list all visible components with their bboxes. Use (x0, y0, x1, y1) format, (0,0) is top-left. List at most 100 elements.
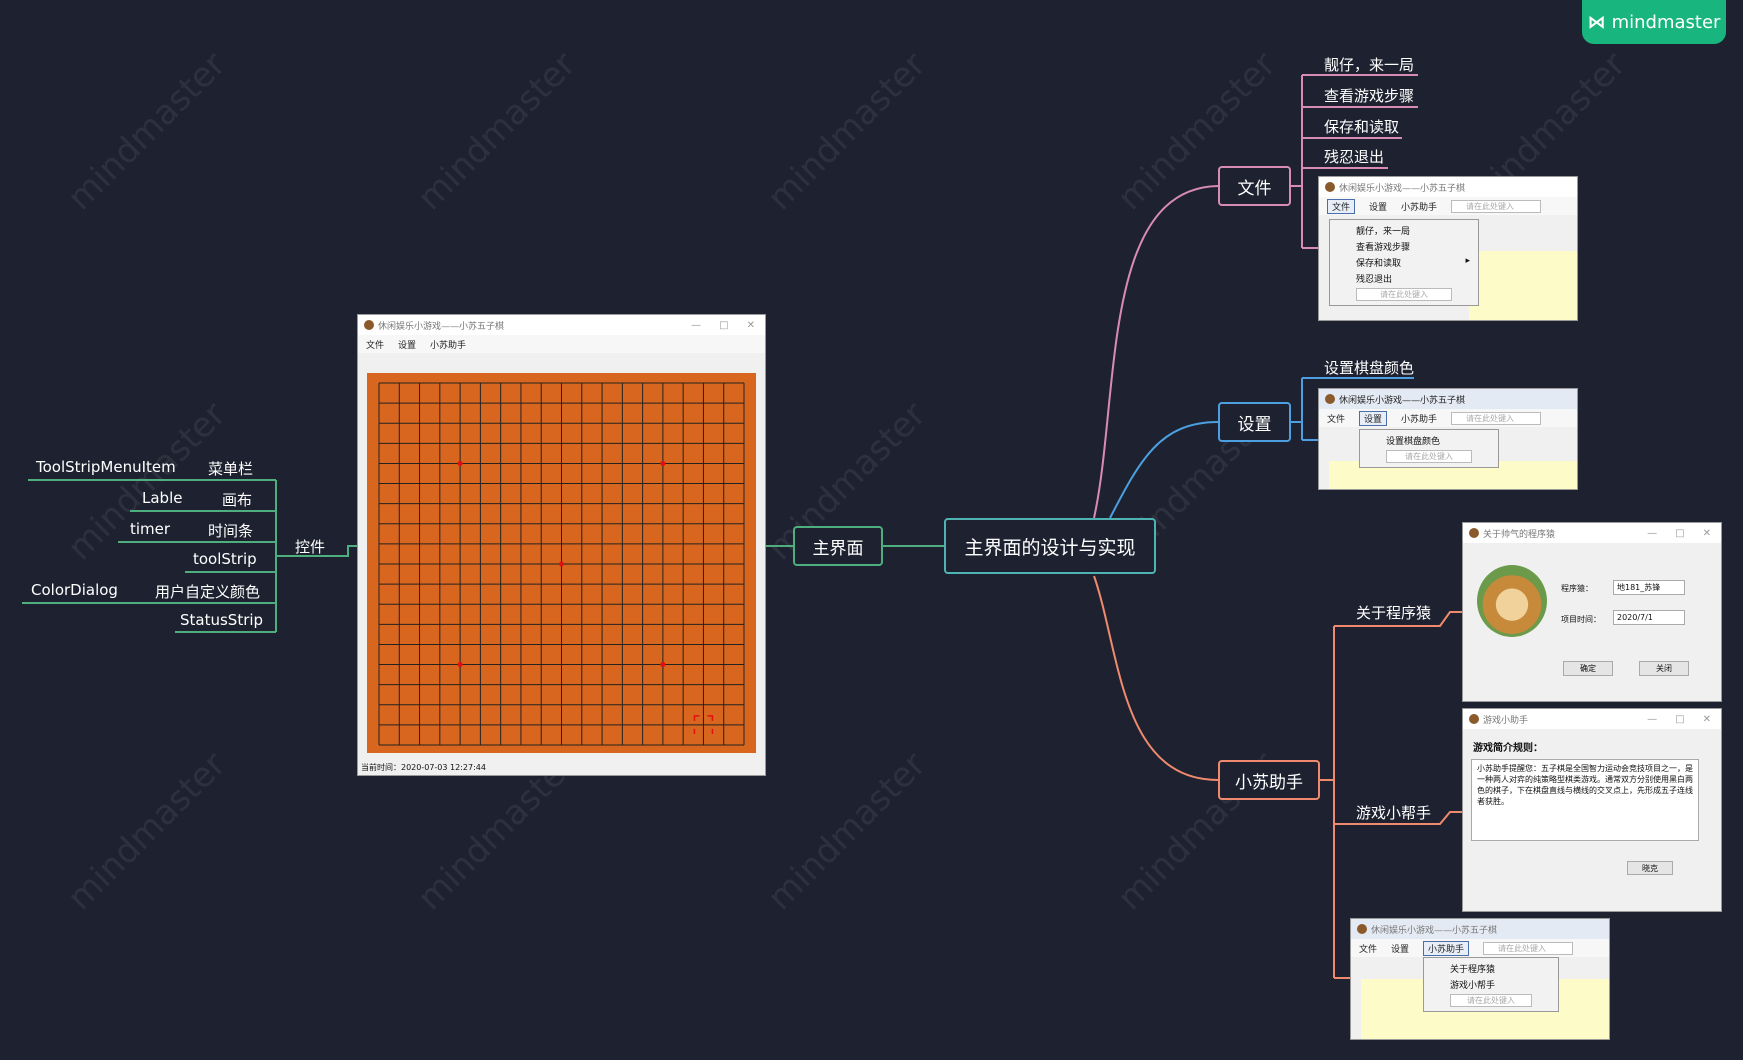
mindmaster-logo-icon: ⋈ (1587, 11, 1606, 33)
file-node[interactable]: 文件 (1218, 166, 1291, 206)
menu-settings[interactable]: 设置 (1359, 410, 1388, 426)
dropdown-input[interactable]: 请在此处键入 (1450, 994, 1532, 1007)
window-controls: — □ ✕ (691, 320, 765, 331)
menu-settings[interactable]: 设置 (1391, 942, 1409, 955)
project-time-label: 项目时间： (1561, 615, 1601, 624)
game-window-screenshot: 休闲娱乐小游戏——小苏五子棋 — □ ✕ 文件 设置 小苏助手 当前时间：2020-… (357, 314, 766, 776)
helper-dropdown: 关于程序猿 游戏小帮手 请在此处键入 (1423, 957, 1559, 1012)
menu-settings[interactable]: 设置 (398, 338, 416, 351)
menu-bar: 文件 设置 小苏助手 请在此处键入 (1319, 197, 1577, 215)
mindmaster-badge[interactable]: ⋈ mindmaster (1582, 0, 1726, 44)
app-icon (364, 320, 374, 330)
app-icon (1357, 924, 1367, 934)
controls-label[interactable]: 控件 (295, 536, 325, 557)
settings-item[interactable]: 设置棋盘颜色 (1324, 357, 1414, 378)
file-item[interactable]: 靓仔，来一局 (1324, 54, 1414, 75)
menu-file[interactable]: 文件 (1359, 942, 1377, 955)
dropdown-item[interactable]: 靓仔，来一局 (1330, 222, 1478, 238)
close-icon[interactable]: ✕ (1703, 528, 1711, 539)
project-time-field[interactable]: 2020/7/1 (1613, 610, 1685, 625)
settings-dropdown: 设置棋盘颜色 请在此处键入 (1359, 429, 1499, 468)
app-icon (1325, 394, 1335, 404)
dropdown-item[interactable]: 残忍退出 (1330, 270, 1478, 286)
programmer-field[interactable]: 地181_苏锋 (1613, 580, 1685, 595)
control-item-right[interactable]: toolStrip (193, 550, 257, 568)
menu-input[interactable]: 请在此处键入 (1451, 411, 1542, 425)
window-controls: — □ ✕ (1647, 528, 1721, 539)
file-item[interactable]: 保存和读取 (1324, 116, 1399, 137)
control-item-left[interactable]: ToolStripMenuItem (36, 458, 176, 476)
menu-helper[interactable]: 小苏助手 (1401, 412, 1437, 425)
close-icon[interactable]: ✕ (1703, 714, 1711, 725)
settings-node[interactable]: 设置 (1218, 402, 1291, 442)
maximize-icon[interactable]: □ (719, 320, 728, 331)
control-item-right[interactable]: 菜单栏 (208, 458, 253, 479)
dropdown-input[interactable]: 请在此处键入 (1386, 450, 1472, 463)
help-text-box[interactable]: 小苏助手提醒您：五子棋是全国智力运动会竞技项目之一，是一种两人对弈的纯策略型棋类… (1471, 759, 1699, 841)
submenu-arrow-icon: ▸ (1465, 256, 1470, 266)
dropdown-item[interactable]: 设置棋盘颜色 (1360, 432, 1498, 448)
control-item-right[interactable]: StatusStrip (180, 611, 263, 629)
brand-name: mindmaster (1611, 11, 1721, 33)
helper-item[interactable]: 关于程序猿 (1356, 602, 1431, 623)
close-button[interactable]: 关闭 (1639, 661, 1689, 676)
star-point (660, 662, 666, 668)
minimize-icon[interactable]: — (691, 320, 701, 331)
programmer-label: 程序猿： (1561, 584, 1593, 593)
menu-helper[interactable]: 小苏助手 (430, 338, 466, 351)
dropdown-item[interactable]: 游戏小帮手 (1424, 976, 1558, 992)
menu-bar: 文件 设置 小苏助手 请在此处键入 (1351, 939, 1609, 957)
window-titlebar: 休闲娱乐小游戏——小苏五子棋 — □ ✕ (358, 315, 765, 335)
central-topic[interactable]: 主界面的设计与实现 (944, 518, 1156, 574)
control-item-right[interactable]: 画布 (222, 489, 252, 510)
menu-helper[interactable]: 小苏助手 (1423, 940, 1470, 956)
menu-input[interactable]: 请在此处键入 (1483, 941, 1574, 955)
menu-settings[interactable]: 设置 (1369, 200, 1387, 213)
window-controls: — □ ✕ (1647, 714, 1721, 725)
window-title: 休闲娱乐小游戏——小苏五子棋 (1339, 183, 1466, 194)
file-node-label: 文件 (1237, 178, 1272, 199)
app-icon (1469, 714, 1479, 724)
window-titlebar: 休闲娱乐小游戏——小苏五子棋 (1319, 389, 1577, 409)
settings-menu-screenshot: 休闲娱乐小游戏——小苏五子棋 文件 设置 小苏助手 请在此处键入 设置棋盘颜色 … (1318, 388, 1578, 490)
canvas-area (1469, 251, 1577, 320)
dog-avatar-image (1477, 565, 1547, 637)
control-item-left[interactable]: Lable (142, 489, 182, 507)
window-title: 休闲娱乐小游戏——小苏五子棋 (1371, 925, 1498, 936)
control-item-left[interactable]: timer (130, 520, 170, 538)
window-title: 休闲娱乐小游戏——小苏五子棋 (378, 321, 505, 332)
helper-item[interactable]: 游戏小帮手 (1356, 802, 1431, 823)
game-board[interactable] (367, 373, 756, 753)
control-item-right[interactable]: 时间条 (208, 520, 253, 541)
close-icon[interactable]: ✕ (747, 320, 755, 331)
window-titlebar: 休闲娱乐小游戏——小苏五子棋 (1351, 919, 1609, 939)
menu-file[interactable]: 文件 (1327, 198, 1356, 214)
minimize-icon[interactable]: — (1647, 528, 1657, 539)
dropdown-input[interactable]: 请在此处键入 (1356, 288, 1452, 301)
minimize-icon[interactable]: — (1647, 714, 1657, 725)
window-title: 休闲娱乐小游戏——小苏五子棋 (1339, 395, 1466, 406)
helper-node[interactable]: 小苏助手 (1218, 760, 1320, 800)
menu-file[interactable]: 文件 (1327, 412, 1345, 425)
ok-button[interactable]: 确定 (1563, 661, 1613, 676)
main-ui-node[interactable]: 主界面 (793, 526, 883, 566)
menu-file[interactable]: 文件 (366, 338, 384, 351)
maximize-icon[interactable]: □ (1675, 528, 1684, 539)
maximize-icon[interactable]: □ (1675, 714, 1684, 725)
mind-map-canvas: mindmaster mindmaster mindmaster mindmas… (0, 0, 1743, 1060)
central-topic-label: 主界面的设计与实现 (964, 536, 1136, 559)
menu-helper[interactable]: 小苏助手 (1401, 200, 1437, 213)
help-ok-button[interactable]: 晓克 (1627, 861, 1673, 875)
board-grid (378, 382, 745, 746)
helper-menu-screenshot: 休闲娱乐小游戏——小苏五子棋 文件 设置 小苏助手 请在此处键入 关于程序猿 游… (1350, 918, 1610, 1040)
window-titlebar: 游戏小助手 — □ ✕ (1463, 709, 1721, 729)
file-item[interactable]: 残忍退出 (1324, 146, 1384, 167)
control-item-left[interactable]: ColorDialog (31, 581, 118, 599)
file-item[interactable]: 查看游戏步骤 (1324, 85, 1414, 106)
file-menu-screenshot: 休闲娱乐小游戏——小苏五子棋 文件 设置 小苏助手 请在此处键入 靓仔，来一局 … (1318, 176, 1578, 321)
dropdown-item[interactable]: 查看游戏步骤 (1330, 238, 1478, 254)
menu-input[interactable]: 请在此处键入 (1451, 199, 1542, 213)
control-item-right[interactable]: 用户自定义颜色 (155, 581, 260, 602)
dropdown-item[interactable]: 保存和读取 ▸ (1330, 254, 1478, 270)
dropdown-item[interactable]: 关于程序猿 (1424, 960, 1558, 976)
